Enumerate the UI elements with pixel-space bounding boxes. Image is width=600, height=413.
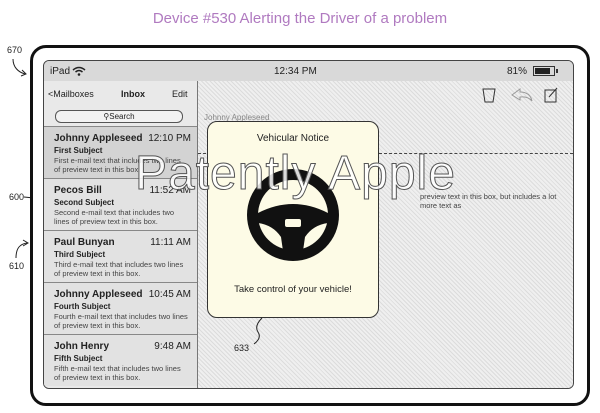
search-placeholder: Search [109,112,135,121]
mail-navbar: <Mailboxes Inbox Edit [44,81,197,101]
edit-button[interactable]: Edit [172,89,188,99]
watermark: Patently Apple [135,147,456,201]
mail-time: 9:48 AM [154,341,191,352]
mail-subject: Fifth Subject [54,354,103,363]
mail-sender: Johnny Appleseed [54,133,143,144]
mail-preview: Second e-mail text that includes two lin… [54,208,175,226]
compose-icon[interactable] [544,87,558,103]
status-bar: iPad 12:34 PM 81% [44,61,573,81]
mail-sender: Pecos Bill [54,185,102,196]
alert-message: Take control of your vehicle! [234,284,352,295]
mail-subject: Fourth Subject [54,302,111,311]
mail-subject: Third Subject [54,250,106,259]
ref-modal: 633 [234,343,250,353]
alert-title: Vehicular Notice [256,133,330,144]
mail-preview: Fifth e-mail text that includes two line… [54,364,181,382]
leader-modal [253,317,263,345]
trash-icon[interactable] [482,87,496,103]
inbox-title: Inbox [121,89,145,99]
device-label: iPad [50,66,71,77]
headline: Device #530 Alerting the Driver of a pro… [152,10,448,27]
mail-sender: John Henry [54,341,110,352]
reply-icon[interactable] [510,87,534,103]
mail-subject: First Subject [54,146,103,155]
battery-tip [556,69,558,73]
mail-time: 11:11 AM [150,237,191,248]
battery-level [535,68,550,74]
mailboxes-back-button[interactable]: <Mailboxes [48,89,94,99]
battery-percent: 81% [507,66,528,77]
ref-device: 670 [7,45,23,55]
mail-subject: Second Subject [54,198,115,207]
clock: 12:34 PM [274,66,317,77]
leader-item [15,239,29,259]
mail-item[interactable]: John Henry 9:48 AM Fifth Subject Fifth e-ma… [44,334,197,386]
mail-item[interactable]: Johnny Appleseed 10:45 AM Fourth Subject Fo… [44,282,197,334]
mail-time: 10:45 AM [148,289,191,300]
mail-sidebar: <Mailboxes Inbox Edit ⚲Search Johnny App… [44,81,198,388]
mail-preview: Fourth e-mail text that includes two lin… [54,312,188,330]
mail-preview: Third e-mail text that includes two line… [54,260,184,278]
battery-icon [533,66,555,76]
wifi-icon [72,66,86,76]
mail-time: 12:10 PM [148,133,191,144]
mail-sender: Johnny Appleseed [54,289,143,300]
leader-device [12,58,27,77]
search-input[interactable]: ⚲Search [55,110,183,123]
mail-item[interactable]: Paul Bunyan 11:11 AM Third Subject Third e-… [44,230,197,282]
mail-sender: Paul Bunyan [54,237,115,248]
ref-item: 610 [9,261,25,271]
